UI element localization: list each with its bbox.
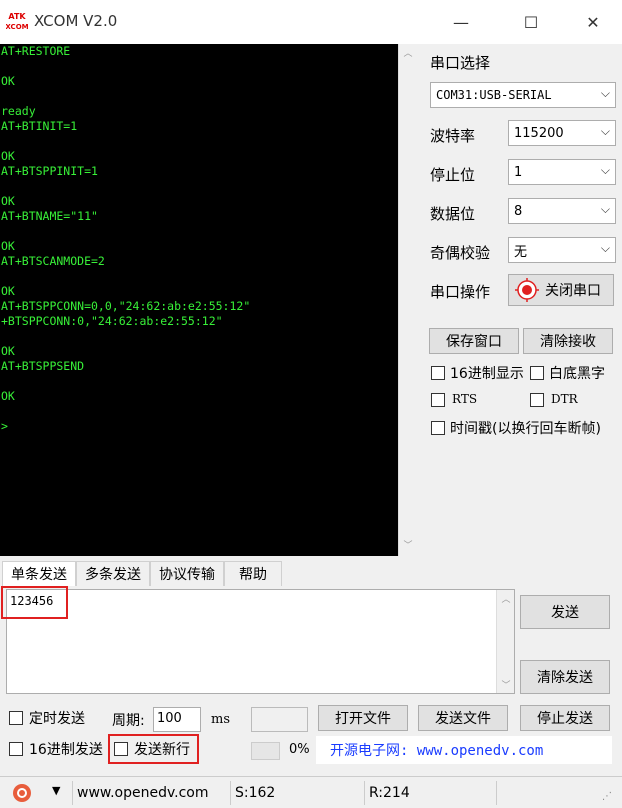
chevron-down-icon: ⌵ bbox=[600, 86, 610, 100]
scroll-up-icon[interactable]: ︿ bbox=[399, 46, 417, 62]
rts-checkbox[interactable] bbox=[431, 393, 445, 407]
tab-help[interactable]: 帮助 bbox=[224, 561, 282, 586]
stopbit-select[interactable]: 1 ⌵ bbox=[508, 159, 616, 185]
hex-display-checkbox[interactable] bbox=[431, 366, 445, 380]
status-dropdown-icon[interactable]: ▼ bbox=[52, 784, 60, 797]
input-highlight-box bbox=[1, 586, 68, 619]
timed-send-checkbox[interactable] bbox=[9, 711, 23, 725]
stopbit-label: 停止位 bbox=[430, 166, 476, 184]
status-sent-count: S:162 bbox=[230, 781, 364, 805]
databit-select[interactable]: 8 ⌵ bbox=[508, 198, 616, 224]
chevron-down-icon: ⌵ bbox=[600, 163, 610, 177]
databit-label: 数据位 bbox=[430, 205, 476, 223]
send-button[interactable]: 发送 bbox=[520, 595, 610, 629]
status-url[interactable]: www.openedv.com bbox=[72, 781, 226, 805]
dtr-label: DTR bbox=[551, 392, 578, 406]
white-black-checkbox[interactable] bbox=[530, 366, 544, 380]
newline-highlight-box bbox=[108, 734, 199, 764]
dtr-checkbox[interactable] bbox=[530, 393, 544, 407]
chevron-down-icon: ⌵ bbox=[600, 241, 610, 255]
save-window-button[interactable]: 保存窗口 bbox=[429, 328, 519, 354]
minimize-icon: — bbox=[453, 12, 469, 32]
send-file-button[interactable]: 发送文件 bbox=[418, 705, 508, 731]
send-progress-bar bbox=[251, 742, 280, 760]
tab-multi-send[interactable]: 多条发送 bbox=[76, 561, 150, 586]
send-scrollbar[interactable]: ︿ ﹀ bbox=[496, 590, 514, 693]
scroll-down-icon[interactable]: ﹀ bbox=[497, 678, 515, 691]
console-text: AT+RESTORE OK ready AT+BTINIT=1 OK AT+BT… bbox=[1, 44, 251, 433]
clear-receive-button[interactable]: 清除接收 bbox=[523, 328, 613, 354]
timestamp-label: 时间戳(以换行回车断帧) bbox=[450, 421, 601, 437]
svg-text:ATK: ATK bbox=[8, 12, 26, 21]
tab-single-send[interactable]: 单条发送 bbox=[2, 561, 76, 586]
op-label: 串口操作 bbox=[430, 283, 491, 301]
openedv-banner[interactable]: 开源电子网: www.openedv.com bbox=[316, 736, 612, 764]
minimize-button[interactable]: — bbox=[438, 6, 484, 38]
title-bar: ATK XCOM XCOM V2.0 — ☐ ✕ bbox=[0, 0, 622, 44]
hex-send-label: 16进制发送 bbox=[29, 742, 103, 758]
console-scrollbar[interactable]: ︿ ﹀ bbox=[398, 44, 416, 556]
scroll-down-icon[interactable]: ﹀ bbox=[399, 538, 417, 554]
hex-send-checkbox[interactable] bbox=[9, 742, 23, 756]
period-input[interactable]: 100 bbox=[153, 707, 201, 732]
close-icon: ✕ bbox=[586, 12, 600, 32]
hex-display-label: 16进制显示 bbox=[450, 366, 524, 382]
send-input[interactable]: 123456 ︿ ﹀ bbox=[6, 589, 515, 694]
chevron-down-icon: ⌵ bbox=[600, 124, 610, 138]
resize-grip-icon[interactable]: ⋰ bbox=[602, 791, 612, 802]
settings-icon[interactable] bbox=[12, 783, 32, 803]
parity-select[interactable]: 无 ⌵ bbox=[508, 237, 616, 263]
close-button[interactable]: ✕ bbox=[570, 6, 616, 38]
period-unit: ms bbox=[211, 712, 230, 727]
baud-label: 波特率 bbox=[430, 127, 476, 145]
timestamp-checkbox[interactable] bbox=[431, 421, 445, 435]
clear-send-button[interactable]: 清除发送 bbox=[520, 660, 610, 694]
rts-label: RTS bbox=[452, 392, 478, 406]
chevron-down-icon: ⌵ bbox=[600, 202, 610, 216]
atk-logo-icon: ATK XCOM bbox=[6, 10, 28, 32]
send-status-box bbox=[251, 707, 308, 732]
port-status-icon bbox=[515, 278, 539, 302]
close-port-button[interactable]: 关闭串口 bbox=[508, 274, 614, 306]
maximize-button[interactable]: ☐ bbox=[508, 6, 554, 38]
period-label: 周期: bbox=[112, 713, 145, 729]
svg-text:XCOM: XCOM bbox=[6, 23, 28, 31]
tab-protocol[interactable]: 协议传输 bbox=[150, 561, 224, 586]
white-black-label: 白底黑字 bbox=[549, 366, 605, 382]
receive-console[interactable]: AT+RESTORE OK ready AT+BTINIT=1 OK AT+BT… bbox=[0, 44, 398, 556]
stop-send-button[interactable]: 停止发送 bbox=[520, 705, 610, 731]
status-bar: ▼ www.openedv.com S:162 R:214 ⋰ bbox=[0, 776, 622, 808]
baud-select[interactable]: 115200 ⌵ bbox=[508, 120, 616, 146]
maximize-icon: ☐ bbox=[523, 12, 539, 32]
scroll-up-icon[interactable]: ︿ bbox=[497, 592, 515, 605]
send-progress-label: 0% bbox=[289, 742, 310, 757]
port-select[interactable]: COM31:USB-SERIAL ⌵ bbox=[430, 82, 616, 108]
timed-send-label: 定时发送 bbox=[29, 711, 85, 727]
port-label: 串口选择 bbox=[430, 54, 491, 72]
parity-label: 奇偶校验 bbox=[430, 244, 491, 262]
open-file-button[interactable]: 打开文件 bbox=[318, 705, 408, 731]
status-received-count: R:214 bbox=[364, 781, 496, 805]
window-title: XCOM V2.0 bbox=[34, 12, 118, 30]
